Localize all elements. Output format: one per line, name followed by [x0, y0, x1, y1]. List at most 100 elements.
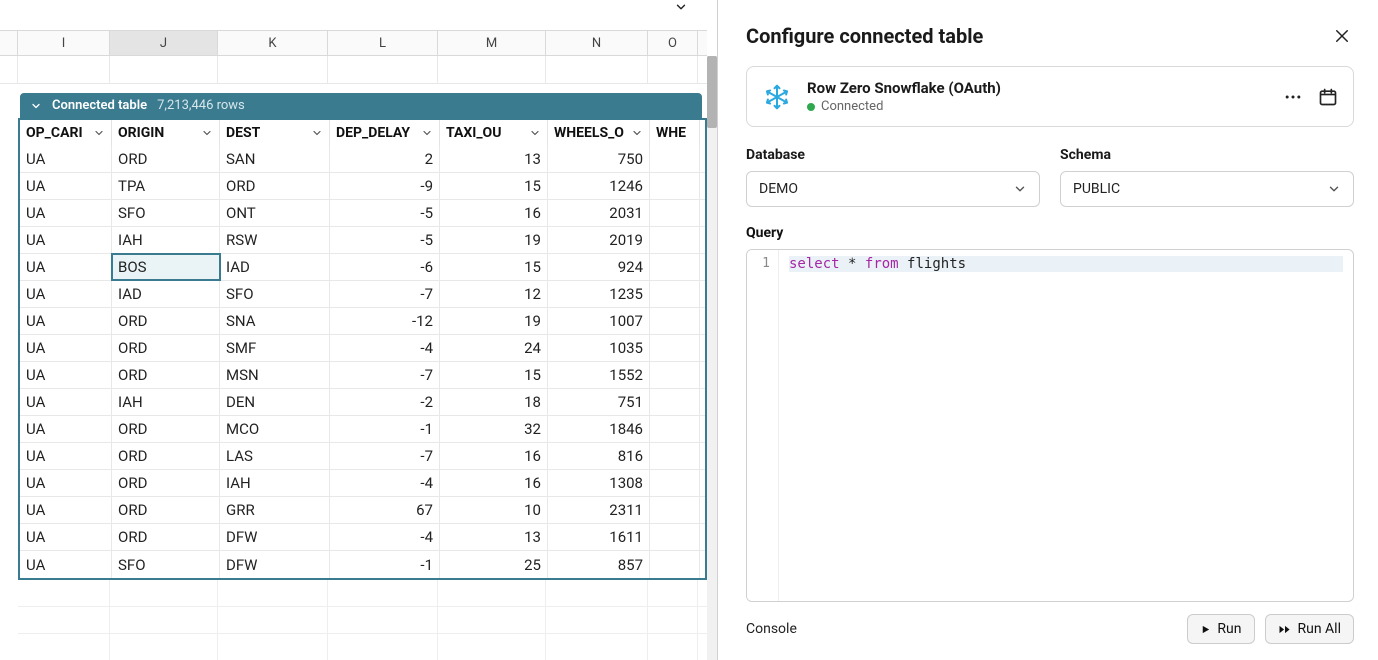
run-all-button[interactable]: Run All — [1265, 614, 1355, 644]
cell[interactable]: -4 — [330, 335, 440, 361]
vertical-scrollbar-thumb[interactable] — [707, 56, 717, 128]
column-letter-L[interactable]: L — [328, 31, 438, 55]
cell[interactable]: ORD — [112, 146, 220, 172]
cell[interactable]: 1035 — [548, 335, 650, 361]
header-taxi-out[interactable]: TAXI_OU — [440, 120, 548, 146]
cell[interactable]: SFO — [220, 281, 330, 307]
cell[interactable]: 67 — [330, 497, 440, 523]
cell[interactable]: 15 — [440, 362, 548, 388]
cell[interactable] — [650, 416, 700, 442]
cell[interactable] — [650, 254, 700, 280]
cell[interactable]: -7 — [330, 362, 440, 388]
connected-table-banner[interactable]: Connected table 7,213,446 rows — [20, 93, 702, 118]
schedule-button[interactable] — [1317, 86, 1339, 108]
cell[interactable]: 19 — [440, 227, 548, 253]
database-select[interactable]: DEMO — [746, 171, 1040, 207]
cell[interactable]: -1 — [330, 416, 440, 442]
cell[interactable]: 18 — [440, 389, 548, 415]
cell[interactable]: MCO — [220, 416, 330, 442]
cell[interactable]: 1308 — [548, 470, 650, 496]
cell[interactable]: 2 — [330, 146, 440, 172]
collapse-toggle[interactable] — [669, 0, 693, 14]
cell[interactable]: 16 — [440, 443, 548, 469]
cell[interactable]: SNA — [220, 308, 330, 334]
cell[interactable]: ORD — [112, 524, 220, 550]
cell[interactable] — [650, 389, 700, 415]
cell[interactable]: UA — [20, 335, 112, 361]
cell[interactable]: DEN — [220, 389, 330, 415]
cell[interactable]: ORD — [112, 308, 220, 334]
cell[interactable]: 25 — [440, 551, 548, 578]
header-origin[interactable]: ORIGIN — [112, 120, 220, 146]
cell[interactable]: 15 — [440, 254, 548, 280]
cell[interactable]: UA — [20, 281, 112, 307]
query-editor[interactable]: 1 select * from flights — [746, 249, 1354, 602]
cell[interactable]: 750 — [548, 146, 650, 172]
cell[interactable]: 2019 — [548, 227, 650, 253]
cell[interactable]: -7 — [330, 443, 440, 469]
chevron-down-icon[interactable] — [93, 127, 105, 139]
cell[interactable]: 1552 — [548, 362, 650, 388]
cell[interactable]: IAH — [220, 470, 330, 496]
cell[interactable]: 857 — [548, 551, 650, 578]
cell[interactable]: 10 — [440, 497, 548, 523]
cell[interactable] — [650, 281, 700, 307]
cell[interactable]: ONT — [220, 200, 330, 226]
header-dep-delay[interactable]: DEP_DELAY — [330, 120, 440, 146]
column-letter-N[interactable]: N — [546, 31, 648, 55]
schema-select[interactable]: PUBLIC — [1060, 171, 1354, 207]
cell[interactable]: TPA — [112, 173, 220, 199]
cell[interactable]: ORD — [112, 497, 220, 523]
cell[interactable]: 1246 — [548, 173, 650, 199]
cell[interactable] — [650, 524, 700, 550]
cell[interactable] — [650, 551, 700, 578]
cell[interactable]: ORD — [112, 416, 220, 442]
run-button[interactable]: Run — [1187, 614, 1254, 644]
cell[interactable]: 1611 — [548, 524, 650, 550]
cell[interactable]: UA — [20, 470, 112, 496]
cell[interactable]: -12 — [330, 308, 440, 334]
cell[interactable] — [650, 443, 700, 469]
cell[interactable]: IAH — [112, 227, 220, 253]
cell[interactable]: SMF — [220, 335, 330, 361]
chevron-down-icon[interactable] — [311, 127, 323, 139]
cell[interactable]: 1846 — [548, 416, 650, 442]
cell[interactable]: 13 — [440, 524, 548, 550]
cell[interactable]: ORD — [112, 362, 220, 388]
cell[interactable]: RSW — [220, 227, 330, 253]
cell[interactable]: 2031 — [548, 200, 650, 226]
cell[interactable]: IAD — [112, 281, 220, 307]
cell[interactable]: UA — [20, 497, 112, 523]
header-wheels-on-truncated[interactable]: WHE — [650, 120, 700, 146]
cell[interactable]: -9 — [330, 173, 440, 199]
cell[interactable]: -1 — [330, 551, 440, 578]
cell[interactable]: ORD — [112, 335, 220, 361]
header-dest[interactable]: DEST — [220, 120, 330, 146]
console-label[interactable]: Console — [746, 621, 797, 637]
cell[interactable] — [650, 308, 700, 334]
cell[interactable]: 2311 — [548, 497, 650, 523]
cell[interactable] — [650, 146, 700, 172]
cell[interactable]: MSN — [220, 362, 330, 388]
cell[interactable]: 19 — [440, 308, 548, 334]
column-letter-J[interactable]: J — [110, 31, 218, 55]
cell[interactable]: -5 — [330, 200, 440, 226]
cell[interactable]: UA — [20, 389, 112, 415]
cell[interactable]: 816 — [548, 443, 650, 469]
cell[interactable]: UA — [20, 308, 112, 334]
cell[interactable]: 13 — [440, 146, 548, 172]
cell[interactable]: SFO — [112, 551, 220, 578]
cell[interactable]: 751 — [548, 389, 650, 415]
close-button[interactable] — [1330, 24, 1354, 48]
cell[interactable]: 24 — [440, 335, 548, 361]
chevron-down-icon[interactable] — [201, 127, 213, 139]
cell[interactable] — [650, 173, 700, 199]
code-area[interactable]: select * from flights — [779, 250, 1353, 601]
cell[interactable]: UA — [20, 416, 112, 442]
column-letter-M[interactable]: M — [438, 31, 546, 55]
cell[interactable]: LAS — [220, 443, 330, 469]
cell[interactable] — [650, 362, 700, 388]
cell[interactable]: UA — [20, 362, 112, 388]
cell[interactable]: UA — [20, 443, 112, 469]
cell[interactable]: 15 — [440, 173, 548, 199]
